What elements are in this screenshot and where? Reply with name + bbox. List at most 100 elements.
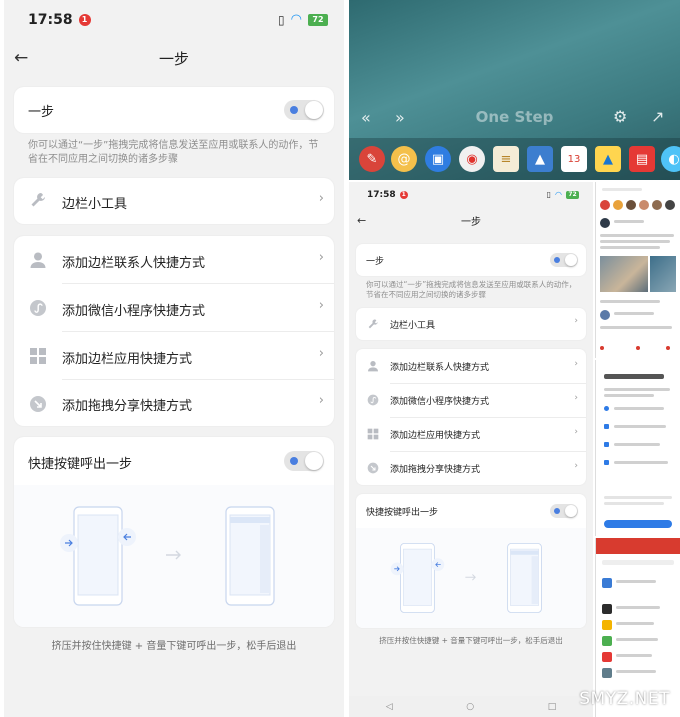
back-arrow-icon[interactable]: ←	[357, 214, 366, 227]
weibo-app-icon[interactable]: ◉	[459, 146, 485, 172]
chevron-right-icon: ›	[318, 250, 324, 265]
list-item[interactable]: 添加拖拽分享快捷方式 ›	[14, 380, 334, 426]
mail-app-icon[interactable]: @	[391, 146, 417, 172]
storage-icon	[604, 424, 609, 429]
notification-alert-icon: 1	[399, 191, 408, 199]
list-item[interactable]: 添加拖拽分享快捷方式 ›	[356, 451, 586, 485]
toggle-dot-icon	[290, 106, 298, 114]
store-app-icon[interactable]: ▤	[629, 146, 655, 172]
shortcut-label: 添加边栏联系人快捷方式	[390, 363, 490, 373]
shortcut-label: 添加拖拽分享快捷方式	[390, 465, 481, 475]
grid-icon	[366, 427, 380, 441]
shortcut-label: 添加微信小程序快捷方式	[62, 304, 206, 319]
onestep-toggle[interactable]	[284, 100, 324, 120]
chevron-right-icon: ›	[318, 191, 324, 206]
nav-recent-icon[interactable]: □	[548, 702, 557, 712]
app-icon	[602, 604, 612, 614]
wrench-icon	[366, 317, 380, 331]
shortcut-label: 添加拖拽分享快捷方式	[62, 399, 193, 414]
avatar	[626, 200, 636, 210]
hotkey-footnote: 挤压并按住快捷键 + 音量下键可呼出一步，松手后退出	[379, 636, 563, 645]
vibrate-icon: ▯	[546, 190, 552, 199]
mini-program-icon	[28, 298, 48, 318]
watermark: SMYZ.NET	[579, 689, 670, 709]
battery-icon: 72	[308, 13, 328, 26]
notes-app-icon[interactable]: ≡	[493, 146, 519, 172]
hotkey-illustration	[356, 528, 586, 628]
list-item[interactable]: 添加边栏联系人快捷方式 ›	[356, 349, 586, 383]
list-item[interactable]: 添加微信小程序快捷方式 ›	[14, 284, 334, 331]
calendar-app-icon[interactable]: 13	[561, 146, 587, 172]
phone-icon	[604, 442, 609, 447]
chevron-right-icon: ›	[574, 393, 578, 403]
shortcut-label: 添加边栏应用快捷方式	[62, 352, 193, 367]
hotkey-card: 快捷按键呼出一步	[14, 437, 334, 627]
status-time: 17:58	[28, 12, 73, 28]
app-icon	[602, 578, 612, 588]
hotkey-toggle[interactable]	[284, 451, 324, 471]
avatar	[665, 200, 675, 210]
sidebar-tools-card[interactable]: 边栏小工具 ›	[356, 308, 586, 340]
camera-icon	[604, 460, 609, 465]
chevron-right-icon: ›	[318, 298, 324, 313]
agree-button[interactable]	[604, 520, 672, 528]
list-item[interactable]: 添加微信小程序快捷方式 ›	[356, 383, 586, 417]
onestep-description: 你可以通过“一步”拖拽完成将信息发送至应用或联系人的动作，节省在不同应用之间切换…	[366, 280, 577, 299]
hotkey-label: 快捷按键呼出一步	[28, 457, 133, 472]
gallery-app-icon[interactable]: ▲	[527, 146, 553, 172]
vibrate-icon: ▯	[278, 12, 285, 27]
maps-app-icon[interactable]: ▲	[595, 146, 621, 172]
files-app-icon[interactable]: ▣	[425, 146, 451, 172]
gear-icon[interactable]: ⚙	[613, 107, 627, 126]
sidebar-tools-label: 边栏小工具	[390, 321, 436, 331]
toggle-dot-icon	[554, 508, 560, 514]
weibo-feed-preview	[595, 182, 680, 358]
page-title: 一步	[158, 49, 189, 68]
mini-program-icon	[366, 393, 380, 407]
feed-photo	[650, 256, 676, 292]
nav-back-icon[interactable]: ◁	[386, 702, 393, 712]
hotkey-toggle[interactable]	[550, 504, 578, 518]
contact-icon	[366, 359, 380, 373]
list-item[interactable]: 添加边栏联系人快捷方式 ›	[14, 236, 334, 283]
list-item[interactable]: 添加边栏应用快捷方式 ›	[14, 332, 334, 379]
back-arrow-icon[interactable]: ←	[14, 48, 28, 68]
notification-alert-icon: 1	[78, 14, 91, 26]
status-time: 17:58	[367, 190, 396, 200]
app-icon	[602, 668, 612, 678]
shortcut-list-card: 添加边栏联系人快捷方式 › 添加微信小程序快捷方式 › 添加边栏应用快捷方式 ›…	[356, 349, 586, 485]
top-bar: ← 一步	[4, 40, 344, 76]
open-external-icon[interactable]: ↗	[651, 107, 664, 126]
onestep-description: 你可以通过“一步”拖拽完成将信息发送至应用或联系人的动作，节省在不同应用之间切换…	[28, 140, 319, 165]
store-header	[596, 538, 680, 554]
hotkey-card: 快捷按键呼出一步	[356, 494, 586, 628]
pin-app-icon[interactable]: ✎	[359, 146, 385, 172]
map-welcome-preview	[595, 360, 680, 536]
nav-home-icon[interactable]: ○	[466, 702, 474, 712]
settings-screen-large: 17:58 1 ▯ ◠ 72 ← 一步 一步 你可以通过“一步”拖拽完成将信息发…	[4, 0, 344, 717]
avatar	[600, 218, 610, 228]
shortcut-label: 添加边栏联系人快捷方式	[62, 256, 206, 271]
status-bar: 17:58 1 ▯ ◠ 72	[4, 0, 344, 40]
hotkey-footnote: 挤压并按住快捷键 + 音量下键可呼出一步，松手后退出	[51, 641, 297, 652]
contact-icon	[28, 250, 48, 270]
share-icon	[28, 394, 48, 414]
onestep-toggle[interactable]	[550, 253, 578, 267]
toggle-dot-icon	[290, 457, 298, 465]
chevron-right-icon: ›	[574, 359, 578, 369]
shortcut-label: 添加边栏应用快捷方式	[390, 431, 481, 441]
shortcut-list-card: 添加边栏联系人快捷方式 › 添加微信小程序快捷方式 › 添加边栏应用快捷方式 ›…	[14, 236, 334, 426]
battery-icon: 72	[566, 190, 579, 199]
app-icon	[602, 636, 612, 646]
sidebar-tools-card[interactable]: 边栏小工具 ›	[14, 178, 334, 224]
chevron-right-icon: ›	[318, 346, 324, 361]
list-item[interactable]: 添加边栏应用快捷方式 ›	[356, 417, 586, 451]
sidebar-tools-label: 边栏小工具	[62, 197, 128, 212]
browser-app-icon[interactable]: ◐	[661, 146, 680, 172]
onestep-toggle-card[interactable]: 一步	[14, 87, 334, 133]
avatar	[600, 200, 610, 210]
chevron-right-icon: ›	[574, 461, 578, 471]
share-icon	[366, 461, 380, 475]
wifi-icon: ◠	[555, 190, 562, 199]
onestep-toggle-card[interactable]: 一步	[356, 244, 586, 276]
